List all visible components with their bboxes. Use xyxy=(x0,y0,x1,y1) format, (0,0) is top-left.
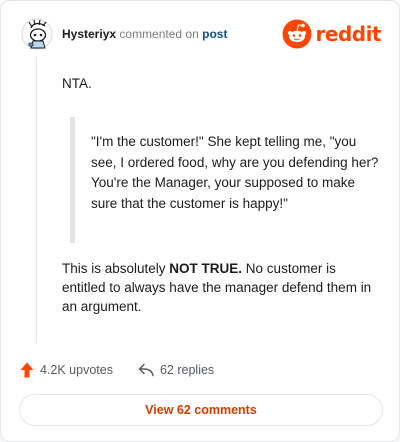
reply-arrow-icon xyxy=(138,363,154,377)
view-comments-button[interactable]: View 62 comments xyxy=(19,394,383,426)
upvote-button[interactable]: 4.2K upvotes xyxy=(20,362,113,378)
commented-on-text: commented on xyxy=(119,27,199,41)
comment-paragraph-2: This is absolutely NOT TRUE. No customer… xyxy=(62,259,378,316)
comment-actions: 4.2K upvotes 62 replies xyxy=(20,361,214,379)
blockquote-bar xyxy=(70,117,75,243)
comment-paragraph-1: NTA. xyxy=(62,76,92,91)
paragraph-2-emphasis: NOT TRUE. xyxy=(169,261,243,276)
upvote-arrow-icon xyxy=(20,362,34,378)
thread-line[interactable] xyxy=(36,57,37,343)
blockquote-text: "I'm the customer!" She kept telling me,… xyxy=(91,134,379,211)
username[interactable]: Hysteriyx xyxy=(62,27,116,41)
snoo-avatar-icon xyxy=(21,18,53,50)
replies-count: 62 replies xyxy=(159,363,215,377)
user-avatar[interactable] xyxy=(21,17,53,51)
post-link[interactable]: post xyxy=(202,27,227,41)
reddit-brand[interactable]: reddit xyxy=(282,19,382,49)
comment-meta: Hysteriyx commented on post xyxy=(62,27,227,41)
comment-header: Hysteriyx commented on post reddit xyxy=(21,17,382,51)
reddit-wordmark: reddit xyxy=(315,22,382,46)
reddit-logo-icon xyxy=(282,19,312,49)
replies-button[interactable]: 62 replies xyxy=(138,362,214,378)
comment-card: Hysteriyx commented on post reddit NTA. … xyxy=(0,0,400,442)
upvote-count: 4.2K upvotes xyxy=(40,363,113,377)
paragraph-2-lead: This is absolutely xyxy=(62,261,170,276)
